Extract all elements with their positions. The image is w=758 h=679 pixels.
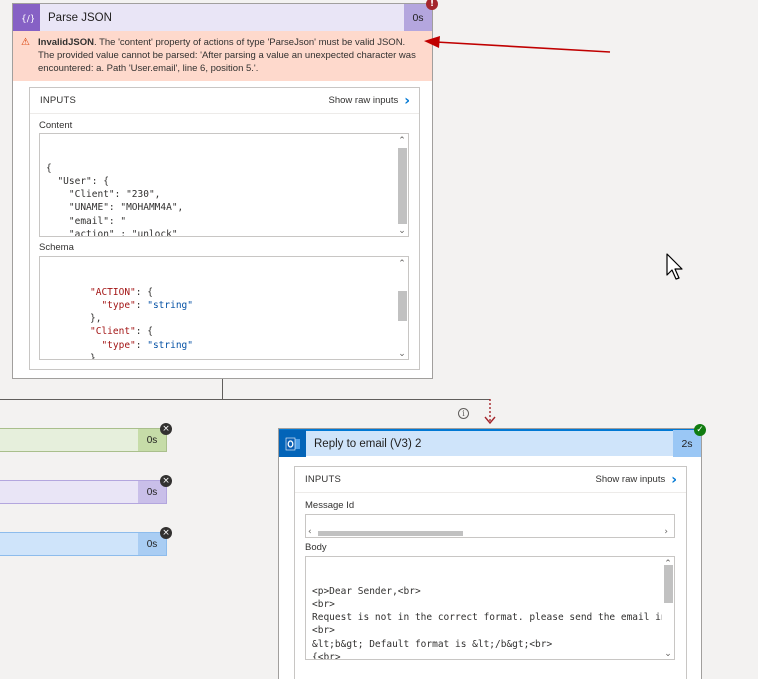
- code-line: <br>: [312, 598, 335, 610]
- message-id-label: Message Id: [305, 500, 355, 511]
- body-label: Body: [305, 542, 327, 553]
- schema-label: Schema: [39, 242, 74, 253]
- curly-braces-icon: {/}: [13, 4, 40, 31]
- schema-scrollbar[interactable]: ⌃ ⌄: [396, 257, 408, 359]
- branch-action-body[interactable]: [0, 429, 138, 451]
- mouse-cursor-icon: [666, 253, 683, 280]
- body-scrollbar[interactable]: ⌃ ⌄: [662, 557, 674, 659]
- code-line: "email": ": [46, 215, 127, 227]
- scroll-down-icon[interactable]: ⌄: [662, 649, 674, 659]
- info-icon[interactable]: i: [458, 408, 469, 419]
- code-line: Request is not in the correct format. pl…: [312, 612, 675, 624]
- schema-punct: : {: [135, 326, 153, 338]
- scroll-left-icon[interactable]: ‹: [308, 526, 312, 537]
- body-code-box[interactable]: <p>Dear Sender,<br> <br> Request is not in…: [305, 556, 675, 660]
- scroll-up-icon[interactable]: ⌃: [396, 136, 408, 146]
- branch-action-card[interactable]: 0s ×: [0, 527, 172, 556]
- code-line: },: [90, 352, 408, 360]
- chevron-right-icon[interactable]: ›: [404, 93, 419, 109]
- scroll-down-icon[interactable]: ⌄: [396, 226, 408, 236]
- message-id-box[interactable]: AAMkADgwYzc5NDMxLTZhYjMtNDJmOS1hMjdkLWEw…: [305, 514, 675, 538]
- reply-email-title: Reply to email (V3) 2: [314, 437, 422, 450]
- show-raw-inputs-link[interactable]: Show raw inputs: [329, 95, 405, 106]
- schema-punct: :: [135, 339, 148, 351]
- code-line: "ACTION": {: [90, 286, 408, 299]
- branch-action-body[interactable]: [0, 481, 138, 503]
- skipped-status-icon: ×: [160, 475, 172, 487]
- parse-json-card[interactable]: {/} Parse JSON 0s ! ⚠ InvalidJSON. The '…: [12, 0, 438, 379]
- schema-key: "type": [101, 299, 136, 311]
- schema-punct: },: [90, 313, 102, 325]
- error-message: . The 'content' property of actions of t…: [38, 37, 416, 74]
- scroll-thumb[interactable]: [398, 148, 407, 224]
- schema-string: "string": [147, 299, 193, 311]
- schema-key: "ACTION": [90, 286, 136, 298]
- code-line: &lt;b&gt; Default format is &lt;/b&gt;<b…: [312, 638, 553, 650]
- skipped-status-icon: ×: [160, 527, 172, 539]
- code-line: {<br>: [312, 652, 341, 660]
- scroll-thumb[interactable]: [664, 565, 673, 603]
- show-raw-inputs-link[interactable]: Show raw inputs: [596, 474, 672, 485]
- code-line: "type": "string": [90, 299, 408, 312]
- inputs-header: INPUTS Show raw inputs ›: [295, 467, 686, 493]
- reply-email-card[interactable]: Reply to email (V3) 2 2s ✓ INPUTS Show r…: [278, 424, 706, 679]
- branch-action-card[interactable]: 0s ×: [0, 475, 172, 504]
- success-check-icon: ✓: [694, 424, 706, 436]
- inputs-label: INPUTS: [40, 95, 77, 106]
- parse-json-title: Parse JSON: [48, 11, 112, 24]
- scroll-thumb[interactable]: [318, 531, 463, 536]
- schema-punct: :: [135, 299, 148, 311]
- schema-key: "type": [101, 339, 136, 351]
- code-line: <p>Dear Sender,<br>: [312, 585, 421, 597]
- dashed-connector: [484, 399, 496, 425]
- outlook-icon: [279, 430, 306, 457]
- svg-text:{/}: {/}: [21, 14, 34, 24]
- connector-line: [222, 379, 223, 399]
- branch-action-body[interactable]: [0, 533, 138, 555]
- schema-key: "Client": [90, 326, 136, 338]
- scroll-thumb[interactable]: [398, 291, 407, 321]
- schema-string: "string": [147, 339, 193, 351]
- scroll-up-icon[interactable]: ⌃: [396, 259, 408, 269]
- scroll-down-icon[interactable]: ⌄: [396, 349, 408, 359]
- inputs-label: INPUTS: [305, 474, 342, 485]
- code-line: "type": "string": [90, 339, 408, 352]
- schema-punct: : {: [135, 286, 153, 298]
- chevron-right-icon[interactable]: ›: [671, 472, 686, 488]
- parse-json-header[interactable]: {/} Parse JSON 0s !: [13, 0, 438, 31]
- code-line: "UNAME": "MOHAMM4A",: [46, 202, 184, 214]
- code-line: {: [46, 162, 52, 174]
- code-line: },: [90, 312, 408, 325]
- content-label: Content: [39, 120, 73, 131]
- connector-line: [0, 399, 490, 400]
- failed-status-icon: !: [426, 0, 438, 10]
- code-line: "Client": {: [90, 325, 408, 338]
- skipped-status-icon: ×: [160, 423, 172, 435]
- inputs-header: INPUTS Show raw inputs ›: [30, 88, 419, 114]
- warning-icon: ⚠: [21, 37, 30, 48]
- horizontal-scrollbar[interactable]: ‹ ›: [306, 526, 674, 537]
- code-line: "action" : "unlock": [46, 229, 178, 237]
- reply-email-header[interactable]: Reply to email (V3) 2 2s ✓: [279, 424, 706, 457]
- code-line: "Client": "230",: [46, 189, 161, 201]
- branch-action-card[interactable]: 0s ×: [0, 423, 172, 452]
- schema-code-box[interactable]: "ACTION": { "type": "string"}, "Client": …: [39, 256, 409, 360]
- code-line: <br>: [312, 625, 335, 637]
- error-banner: ⚠ InvalidJSON. The 'content' property of…: [13, 31, 432, 81]
- error-code: InvalidJSON: [38, 37, 94, 48]
- content-scrollbar[interactable]: ⌃ ⌄: [396, 134, 408, 236]
- schema-punct: },: [90, 353, 102, 360]
- scroll-right-icon[interactable]: ›: [664, 526, 668, 537]
- content-code-box[interactable]: { "User": { "Client": "230", "UNAME": "M…: [39, 133, 409, 237]
- code-line: "User": {: [46, 175, 109, 187]
